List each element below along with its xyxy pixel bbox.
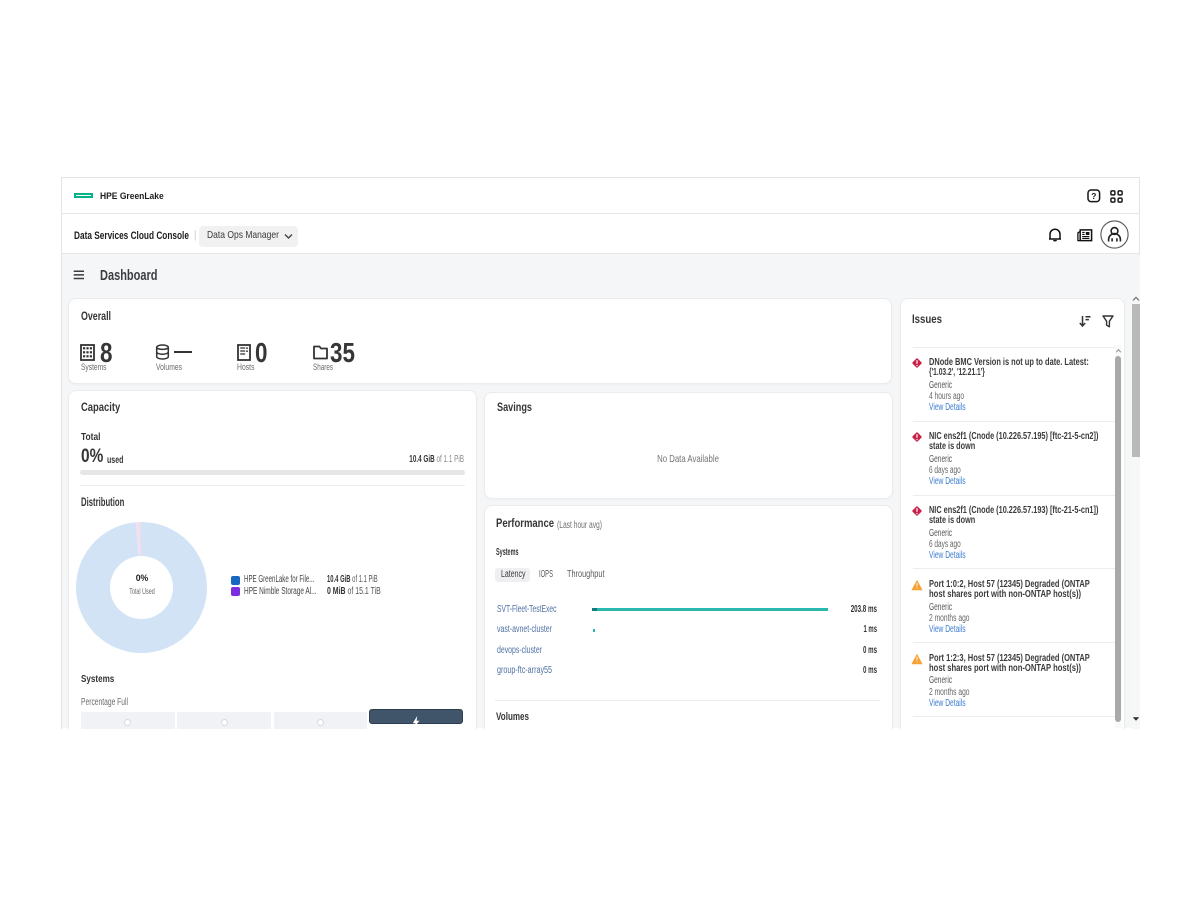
svg-text:?: ?: [1091, 191, 1096, 201]
